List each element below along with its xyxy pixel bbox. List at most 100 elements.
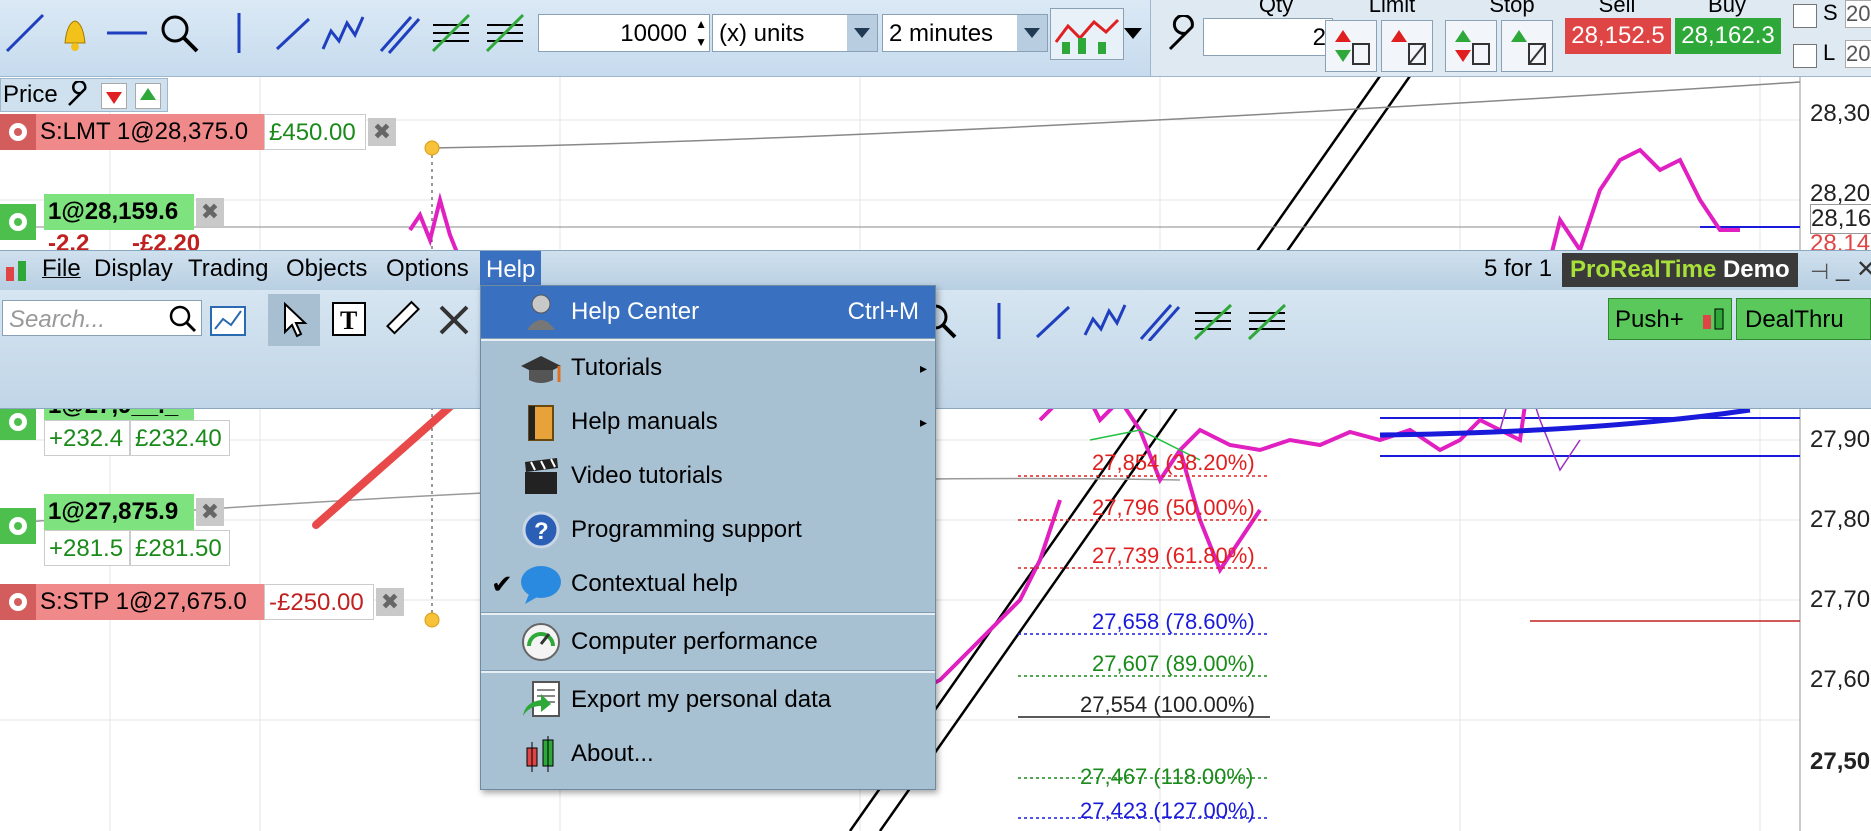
position-label[interactable]: 1@28,159.6 — [44, 194, 194, 230]
pin-icon[interactable]: ⊣ — [1810, 259, 1829, 285]
chevron-down-icon[interactable] — [1017, 15, 1047, 51]
menu-item-label: Contextual help — [571, 570, 738, 597]
l-checkbox[interactable] — [1793, 44, 1817, 68]
menu-display[interactable]: Display — [94, 255, 173, 283]
position-label[interactable]: 1@27,875.9 — [44, 494, 194, 530]
text-tool-icon[interactable]: T — [326, 296, 372, 342]
quantity-input[interactable]: 10000 ▲ ▼ — [538, 14, 710, 52]
s-checkbox[interactable] — [1793, 4, 1817, 28]
menu-trading[interactable]: Trading — [188, 255, 268, 283]
order-panel: Qty 2 Limit Stop Sell 28,152.5 Buy 28,16… — [1150, 0, 1871, 76]
close-icon[interactable]: ✖ — [376, 588, 404, 616]
menu-item-help-manuals[interactable]: Help manuals ▸ — [481, 396, 935, 448]
ray-tool-icon[interactable] — [270, 10, 316, 56]
app-icon — [2, 257, 32, 287]
ruler-icon[interactable] — [380, 296, 426, 342]
fibonacci-tool-icon[interactable] — [1190, 298, 1236, 344]
horizontal-line-tool-icon[interactable] — [104, 10, 150, 56]
menu-item-label: Help Center — [571, 298, 700, 325]
arrow-up-icon[interactable] — [135, 83, 161, 109]
fib-level-label: 27,554 (100.00%) — [1080, 692, 1255, 717]
sell-price-button[interactable]: 28,152.5 — [1565, 18, 1671, 54]
order-label-stop[interactable]: S:STP 1@27,675.0 — [36, 584, 264, 620]
l-value[interactable]: 20 — [1845, 40, 1871, 68]
limit-label: Limit — [1368, 0, 1416, 17]
fib-level-label: 27,467 (118.00%) — [1080, 764, 1254, 789]
price-panel-title: Price — [3, 81, 58, 108]
gear-icon[interactable] — [0, 508, 36, 544]
menu-item-help-center[interactable]: Help Center Ctrl+M — [481, 286, 935, 338]
dealthru-button[interactable]: DealThru — [1736, 298, 1871, 340]
close-window-icon[interactable]: ✕ — [1856, 255, 1871, 284]
menu-item-computer-performance[interactable]: Computer performance — [481, 616, 935, 668]
dealthru-label: DealThru — [1745, 306, 1844, 333]
limit-sell-icon[interactable] — [1325, 20, 1377, 72]
order-label-limit[interactable]: S:LMT 1@28,375.0 — [36, 114, 264, 150]
help-menu-dropdown: Help Center Ctrl+M Tutorials ▸ Help manu… — [480, 285, 936, 790]
channel-tool-icon[interactable] — [376, 10, 422, 56]
zoom-magnifier-icon[interactable] — [156, 10, 202, 56]
question-icon: ? — [519, 508, 563, 552]
menu-separator — [481, 612, 935, 615]
gear-icon[interactable] — [0, 404, 36, 440]
gear-icon[interactable] — [0, 114, 36, 150]
price-axis-label: 28,30 — [1810, 100, 1871, 127]
push-button[interactable]: Push+ — [1608, 298, 1732, 340]
qty-input[interactable]: 2 — [1203, 18, 1333, 56]
interval-select[interactable]: 2 minutes — [882, 14, 1048, 52]
menu-item-tutorials[interactable]: Tutorials ▸ — [481, 342, 935, 394]
gear-icon[interactable] — [0, 204, 36, 240]
menu-item-video-tutorials[interactable]: Video tutorials — [481, 450, 935, 502]
fibonacci-ext-tool-icon[interactable] — [1244, 298, 1290, 344]
channel-tool-icon[interactable] — [1136, 298, 1182, 344]
alert-bell-icon[interactable] — [52, 10, 98, 56]
vertical-line-tool-icon[interactable] — [216, 10, 262, 56]
price-axis-label: 27,80 — [1810, 506, 1871, 533]
menu-options[interactable]: Options — [386, 255, 469, 283]
zigzag-tool-icon[interactable] — [1082, 298, 1128, 344]
search-input[interactable]: Search... — [2, 300, 202, 336]
new-chart-icon[interactable] — [206, 296, 252, 342]
indicator-button-icon[interactable] — [1050, 8, 1124, 60]
vertical-line-tool-icon[interactable] — [976, 298, 1022, 344]
minimize-icon[interactable]: _ — [1836, 255, 1849, 283]
ray-tool-icon[interactable] — [1030, 298, 1076, 344]
close-icon[interactable]: ✖ — [196, 198, 224, 226]
gear-icon[interactable] — [0, 584, 36, 620]
wrench-icon[interactable] — [1159, 12, 1205, 58]
s-value[interactable]: 20 — [1845, 0, 1871, 28]
fib-level-label: 27,796 (50.00%) — [1092, 495, 1255, 520]
pointer-cursor-icon[interactable] — [268, 294, 320, 346]
chevron-down-icon[interactable] — [847, 15, 877, 51]
spinner-icon[interactable]: ▲ ▼ — [695, 15, 707, 51]
tools-icon[interactable] — [432, 296, 478, 342]
fib-level-label: 27,854 (38.20%) — [1092, 450, 1255, 475]
search-icon[interactable] — [167, 303, 197, 333]
position-pnl-points: +281.5 — [44, 530, 130, 566]
stop-sell-icon[interactable] — [1445, 20, 1497, 72]
position-pnl-points: +232.4 — [44, 420, 130, 456]
arrow-down-icon[interactable] — [101, 83, 127, 109]
limit-buy-icon[interactable] — [1381, 20, 1433, 72]
menu-file[interactable]: File — [42, 255, 81, 283]
menu-item-contextual-help[interactable]: ✔ Contextual help — [481, 558, 935, 610]
menu-separator — [481, 670, 935, 673]
close-icon[interactable]: ✖ — [368, 118, 396, 146]
fibonacci-ext-tool-icon[interactable] — [482, 10, 528, 56]
position-pnl-points: -2.2 — [48, 230, 90, 250]
menu-item-export-data[interactable]: Export my personal data — [481, 674, 935, 726]
wrench-icon[interactable] — [65, 80, 93, 109]
stop-buy-icon[interactable] — [1501, 20, 1553, 72]
menu-objects[interactable]: Objects — [286, 255, 367, 283]
units-select[interactable]: (x) units — [712, 14, 878, 52]
chevron-down-icon[interactable] — [1124, 28, 1142, 39]
menu-item-programming-support[interactable]: ? Programming support — [481, 504, 935, 556]
trendline-tool-icon[interactable] — [2, 10, 48, 56]
zigzag-tool-icon[interactable] — [320, 10, 366, 56]
menu-item-about[interactable]: About... — [481, 728, 935, 780]
buy-label: Buy — [1708, 0, 1746, 17]
fibonacci-tool-icon[interactable] — [428, 10, 474, 56]
menu-item-label: Help manuals — [571, 408, 718, 435]
close-icon[interactable]: ✖ — [196, 498, 224, 526]
buy-price-button[interactable]: 28,162.3 — [1675, 18, 1781, 54]
